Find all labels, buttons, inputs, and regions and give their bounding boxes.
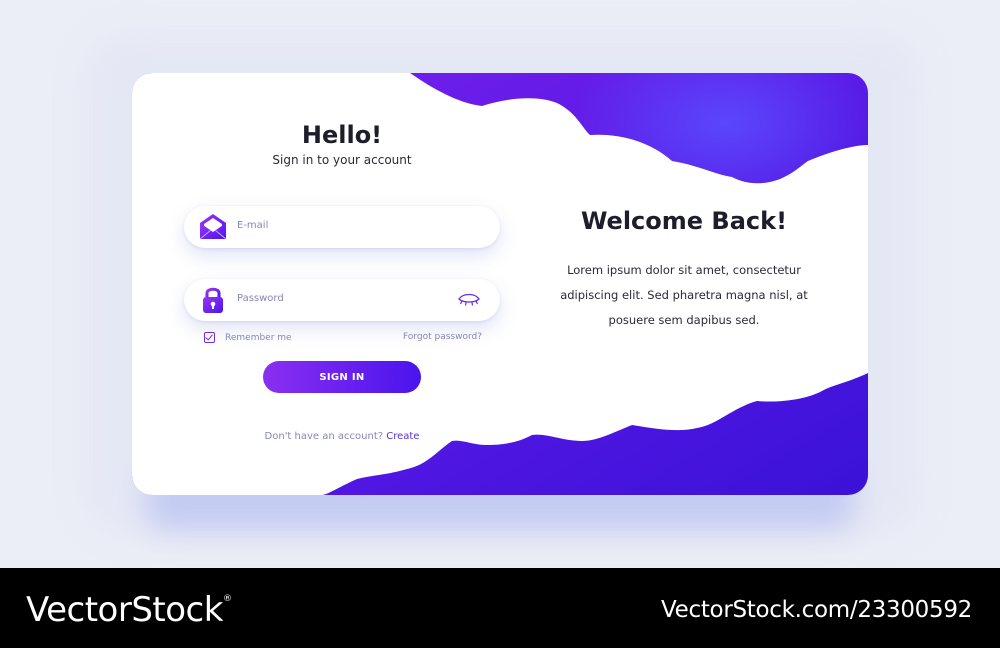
welcome-body: Lorem ipsum dolor sit amet, consectetur … (560, 263, 808, 327)
watermark-brand: VectorStock® (26, 590, 232, 630)
watermark-bar: VectorStock® VectorStock.com/23300592 (0, 568, 1000, 648)
remember-label: Remember me (225, 332, 292, 343)
registered-mark: ® (222, 594, 232, 604)
eye-icon[interactable] (458, 292, 480, 308)
password-field[interactable]: Password (184, 279, 500, 321)
login-title: Hello! (301, 121, 383, 149)
remember-checkbox[interactable] (204, 332, 215, 343)
password-placeholder: Password (237, 293, 284, 304)
remember-me[interactable]: Remember me (204, 332, 292, 343)
watermark-stock-id: VectorStock.com/23300592 (661, 597, 972, 623)
login-card: Hello! Sign in to your account E-mail Pa… (132, 73, 868, 495)
welcome-title: Welcome Back! (580, 207, 788, 235)
no-account-text: Don't have an account? (264, 431, 384, 442)
email-placeholder: E-mail (237, 220, 269, 231)
create-account-row: Don't have an account? Create (238, 431, 446, 442)
forgot-password-link[interactable]: Forgot password? (403, 332, 482, 342)
sign-in-button[interactable]: SIGN IN (263, 361, 421, 393)
envelope-icon (199, 214, 227, 240)
login-subtitle: Sign in to your account (272, 153, 412, 167)
lock-icon (203, 287, 223, 313)
create-account-link[interactable]: Create (386, 431, 419, 442)
email-field[interactable]: E-mail (184, 206, 500, 248)
